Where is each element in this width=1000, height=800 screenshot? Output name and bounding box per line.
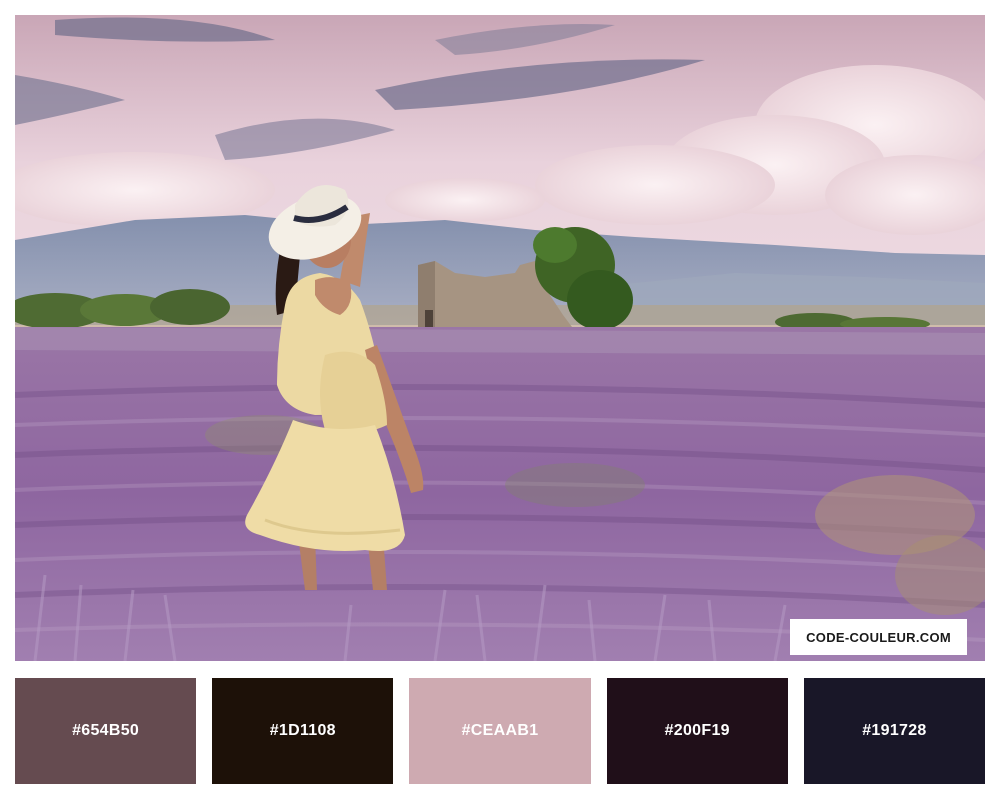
swatch-hex-label: #200F19 [664,722,730,739]
swatch-1: #654B50 [15,678,197,784]
swatch-4: #200F19 [606,678,788,784]
swatch-hex-label: #654B50 [72,722,140,739]
swatch-2: #1D1108 [212,678,394,784]
watermark-badge: CODE-COULEUR.COM [790,619,967,655]
photo-illustration [15,15,985,661]
swatch-3: #CEAAB1 [409,678,591,784]
color-palette: #654B50 #1D1108 #CEAAB1 #200F19 #191728 [15,678,986,784]
lavender-field-photo: CODE-COULEUR.COM [15,15,985,661]
swatch-5: #191728 [803,678,986,784]
swatch-hex-label: #CEAAB1 [461,722,539,739]
swatch-hex-label: #191728 [862,722,927,739]
swatch-hex-label: #1D1108 [269,722,336,739]
